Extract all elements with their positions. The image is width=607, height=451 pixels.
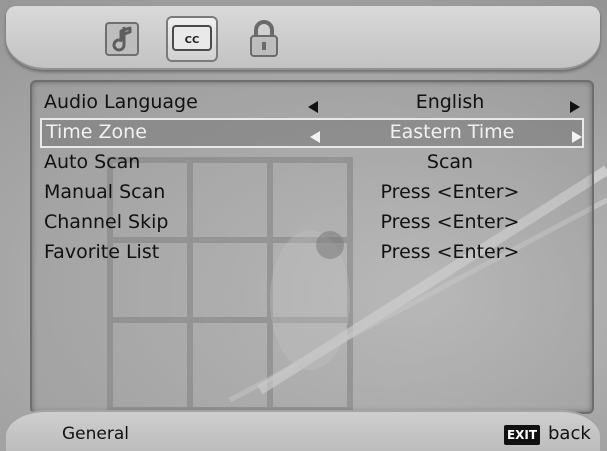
menu-item-label: Channel Skip [44,211,169,233]
back-label[interactable]: back [548,423,591,444]
menu-item-value: Press <Enter> [380,181,520,203]
settings-menu: Audio Language English Time Zone Eastern… [30,80,594,414]
menu-item-audio-language[interactable]: Audio Language English [40,88,584,118]
footer-bar: General EXIT back [6,410,600,451]
top-tab-bar: CC [6,6,600,70]
menu-item-value: English [415,91,485,113]
tab-cc[interactable]: CC [166,16,218,62]
section-title: General [62,424,129,444]
right-arrow-icon[interactable] [570,96,580,118]
menu-item-favorite-list[interactable]: Favorite List Press <Enter> [40,238,584,268]
lock-icon [250,20,278,57]
tab-lock[interactable] [238,16,290,62]
menu-item-manual-scan[interactable]: Manual Scan Press <Enter> [40,178,584,208]
left-arrow-icon[interactable] [308,96,318,118]
menu-item-value: Press <Enter> [380,241,520,263]
tv-screen: CC Audio Language English Time Zone East… [0,0,607,451]
menu-item-value: Scan [426,151,474,173]
menu-item-auto-scan[interactable]: Auto Scan Scan [40,148,584,178]
menu-item-label: Time Zone [46,121,147,143]
menu-item-value: Eastern Time [389,121,515,143]
cc-icon-label: CC [185,35,200,46]
menu-item-label: Auto Scan [44,151,141,173]
menu-item-label: Manual Scan [44,181,166,203]
right-arrow-icon[interactable] [572,126,582,148]
menu-item-time-zone[interactable]: Time Zone Eastern Time [40,118,584,148]
cc-icon: CC [172,25,212,51]
tab-audio[interactable] [96,16,148,62]
menu-item-value: Press <Enter> [380,211,520,233]
menu-item-label: Audio Language [44,91,198,113]
audio-note-icon [105,22,139,56]
left-arrow-icon[interactable] [310,126,320,148]
menu-item-label: Favorite List [44,241,160,263]
menu-item-channel-skip[interactable]: Channel Skip Press <Enter> [40,208,584,238]
exit-key-badge[interactable]: EXIT [504,425,540,445]
